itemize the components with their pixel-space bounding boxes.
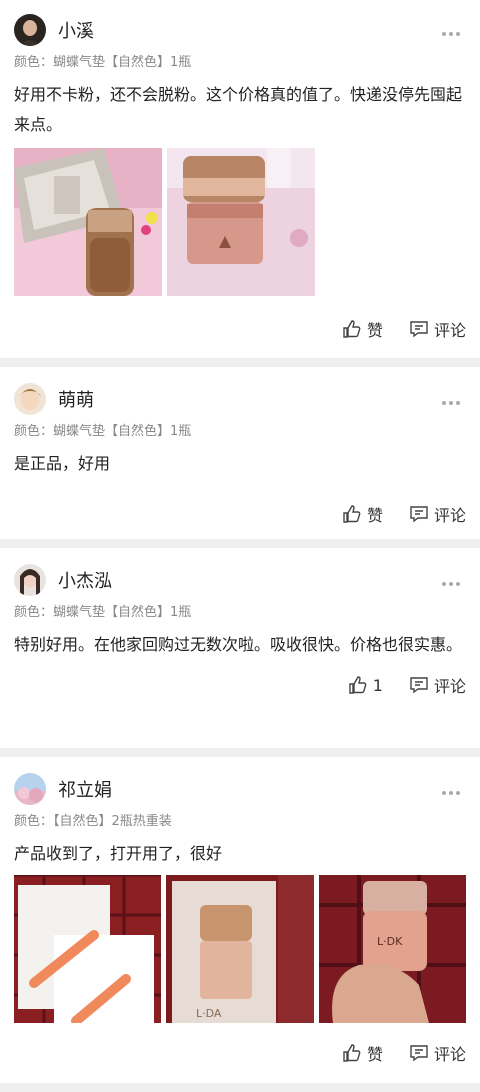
username[interactable]: 小溪 [58, 17, 94, 43]
username[interactable]: 萌萌 [58, 386, 94, 412]
review-header: 祁立娟 [0, 757, 480, 809]
avatar[interactable] [14, 773, 46, 805]
divider [0, 748, 480, 757]
review-card: 小杰泓 颜色：蝴蝶气垫【自然色】1瓶 特别好用。在他家回购过无数次啦。吸收很快。… [0, 548, 480, 748]
avatar[interactable] [14, 564, 46, 596]
review-text: 好用不卡粉，还不会脱粉。这个价格真的值了。快递没停先囤起来点。 [14, 85, 463, 134]
review-header: 小杰泓 [0, 548, 480, 600]
review-header: 小溪 [0, 0, 480, 50]
like-label: 赞 [366, 321, 383, 340]
like-label: 赞 [366, 506, 383, 525]
like-button[interactable]: 1 [348, 675, 383, 695]
comment-label: 评论 [433, 321, 466, 340]
like-button[interactable]: 赞 [342, 317, 383, 341]
comment-label: 评论 [433, 677, 466, 696]
review-actions: 赞 评论 [0, 479, 480, 543]
box-brand-text: L·DA [196, 1007, 222, 1020]
review-photo[interactable] [14, 875, 162, 1023]
thumbs-up-icon [349, 676, 367, 694]
comment-button[interactable]: 评论 [409, 502, 466, 526]
review-card: 小溪 颜色：蝴蝶气垫【自然色】1瓶 好用不卡粉，还不会脱粉。这个价格真的值了。快… [0, 0, 480, 358]
review-text: 产品收到了，打开用了，很好 [14, 844, 223, 863]
review-card: 萌萌 颜色：蝴蝶气垫【自然色】1瓶 是正品，好用 赞 评论 [0, 367, 480, 539]
review-text: 是正品，好用 [14, 454, 111, 473]
thumbs-up-icon [343, 320, 361, 338]
review-actions: 赞 评论 [0, 1023, 480, 1083]
comment-label: 评论 [433, 506, 466, 525]
username[interactable]: 祁立娟 [58, 776, 112, 802]
avatar[interactable] [14, 383, 46, 415]
review-actions: 赞 评论 [0, 296, 480, 358]
review-actions: 1 评论 [0, 660, 480, 710]
review-text: 特别好用。在他家回购过无数次啦。吸收很快。价格也很实惠。 [14, 635, 463, 654]
bottle-brand-text: L·DK [377, 935, 403, 948]
photo-grid [0, 140, 480, 296]
review-photo[interactable] [14, 148, 162, 296]
more-dots-icon[interactable] [442, 571, 466, 586]
like-count: 1 [372, 675, 383, 695]
username[interactable]: 小杰泓 [58, 567, 112, 593]
more-dots-icon[interactable] [442, 780, 466, 795]
like-button[interactable]: 赞 [342, 502, 383, 526]
more-dots-icon[interactable] [442, 21, 466, 36]
review-photo[interactable]: L·DA [166, 875, 314, 1023]
comment-button[interactable]: 评论 [409, 1041, 466, 1065]
review-photo[interactable]: L·DK [318, 875, 466, 1023]
avatar[interactable] [14, 14, 46, 46]
comment-button[interactable]: 评论 [409, 673, 466, 697]
review-photo[interactable] [167, 148, 315, 296]
sku-info: 颜色：蝴蝶气垫【自然色】1瓶 [14, 424, 192, 439]
thumbs-up-icon [343, 1044, 361, 1062]
comment-label: 评论 [433, 1045, 466, 1064]
comment-icon [410, 506, 428, 523]
like-button[interactable]: 赞 [342, 1041, 383, 1065]
comment-icon [410, 1045, 428, 1062]
comment-icon [410, 321, 428, 338]
photo-grid: L·DA L·DK [0, 869, 480, 1023]
sku-info: 颜色：蝴蝶气垫【自然色】1瓶 [14, 605, 192, 620]
divider [0, 358, 480, 367]
comment-button[interactable]: 评论 [409, 317, 466, 341]
comment-icon [410, 677, 428, 694]
like-label: 赞 [366, 1045, 383, 1064]
sku-info: 颜色：【自然色】2瓶热重装 [14, 814, 172, 829]
thumbs-up-icon [343, 505, 361, 523]
review-card: 祁立娟 颜色：【自然色】2瓶热重装 产品收到了，打开用了，很好 L·DA L·D… [0, 757, 480, 1083]
more-dots-icon[interactable] [442, 390, 466, 405]
sku-info: 颜色：蝴蝶气垫【自然色】1瓶 [14, 55, 192, 70]
review-header: 萌萌 [0, 367, 480, 419]
